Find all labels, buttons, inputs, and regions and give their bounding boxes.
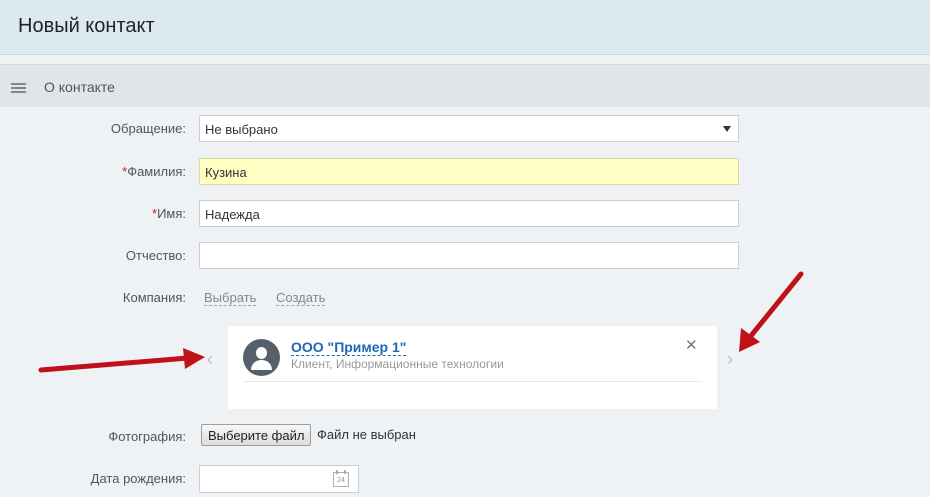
salutation-label: Обращение: <box>110 121 186 136</box>
company-subtitle: Клиент, Информационные технологии <box>291 357 504 371</box>
photo-label: Фотография: <box>108 429 186 444</box>
choose-file-button[interactable]: Выберите файл <box>201 424 312 446</box>
title-bar: Новый контакт <box>0 0 930 55</box>
company-name-link[interactable]: ООО "Пример 1" <box>291 339 407 356</box>
close-icon[interactable]: ✕ <box>685 336 698 354</box>
firstname-value: Надежда <box>205 207 260 222</box>
company-select-link[interactable]: Выбрать <box>204 290 257 306</box>
lastname-label-text: Фамилия: <box>127 164 186 179</box>
chevron-down-icon <box>723 126 731 132</box>
firstname-label: *Имя: <box>0 206 186 221</box>
section-title: О контакте <box>44 79 115 95</box>
salutation-select-value: Не выбрано <box>205 122 278 137</box>
hamburger-menu-icon[interactable] <box>11 83 26 93</box>
firstname-field[interactable]: Надежда <box>199 200 739 227</box>
middlename-label: Отчество: <box>125 248 186 263</box>
file-status: Файл не выбран <box>317 427 416 442</box>
birthdate-label: Дата рождения: <box>90 471 186 486</box>
page-title: Новый контакт <box>18 15 155 37</box>
lastname-value: Кузина <box>205 165 247 180</box>
card-divider <box>243 381 702 382</box>
user-avatar-icon <box>243 339 280 376</box>
middlename-field[interactable] <box>199 242 739 269</box>
calendar-icon[interactable]: 24 <box>333 470 349 487</box>
lastname-field[interactable]: Кузина <box>199 158 739 185</box>
contact-form: О контакте Обращение: Не выбрано *Фамили… <box>0 64 930 497</box>
lastname-label: *Фамилия: <box>0 164 186 179</box>
section-header: О контакте <box>0 64 930 107</box>
page-root: Новый контакт О контакте Обращение: Не в… <box>0 0 930 497</box>
birthdate-field[interactable]: 24 <box>199 465 359 493</box>
company-label: Компания: <box>122 290 186 305</box>
company-card: ООО "Пример 1" Клиент, Информационные те… <box>228 326 717 409</box>
chevron-left-icon[interactable]: ‹ <box>207 349 213 370</box>
salutation-select[interactable]: Не выбрано <box>199 115 739 142</box>
chevron-right-icon[interactable]: › <box>727 349 733 370</box>
company-create-link[interactable]: Создать <box>276 290 326 306</box>
company-links: Выбрать Создать <box>204 290 344 308</box>
firstname-label-text: Имя: <box>157 206 186 221</box>
